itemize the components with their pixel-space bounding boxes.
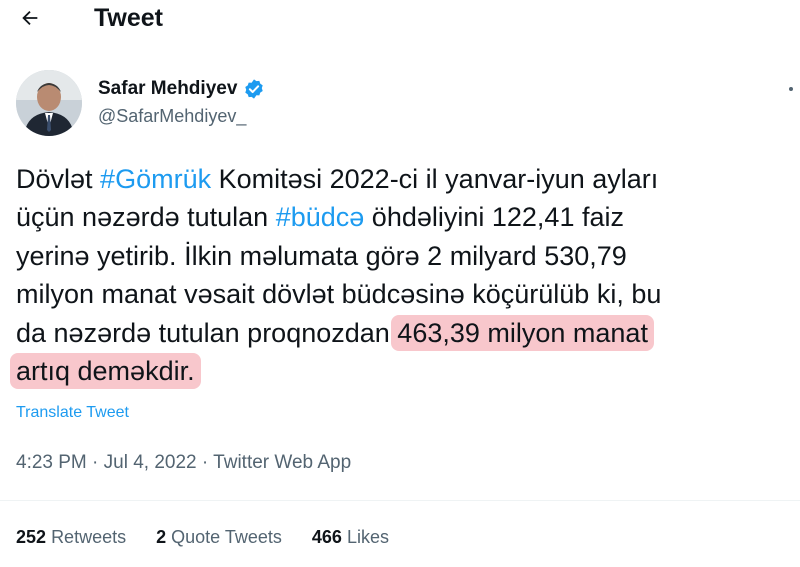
tweet-line: üçün nəzərdə tutulan #büdcə öhdəliyini 1… bbox=[16, 198, 800, 236]
divider bbox=[0, 500, 800, 501]
tweet-text-segment: milyon manat vəsait dövlət büdcəsinə köç… bbox=[16, 279, 662, 310]
translate-tweet-link[interactable]: Translate Tweet bbox=[16, 404, 129, 422]
more-options-button[interactable] bbox=[782, 86, 800, 104]
quote-tweets-stat[interactable]: 2 Quote Tweets bbox=[156, 527, 282, 548]
hashtag-link[interactable]: #Gömrük bbox=[100, 164, 211, 194]
retweets-stat[interactable]: 252 Retweets bbox=[16, 527, 126, 548]
tweet-text-segment: Komitəsi 2022-ci il yanvar-iyun ayları bbox=[211, 164, 659, 194]
meta-separator: · bbox=[92, 452, 99, 473]
retweets-label: Retweets bbox=[51, 527, 127, 547]
tweet-line: Dövlət #Gömrük Komitəsi 2022-ci il yanva… bbox=[16, 160, 800, 198]
tweet-header: Tweet bbox=[0, 0, 800, 40]
tweet-date: Jul 4, 2022 bbox=[103, 452, 197, 473]
tweet-text-segment: üçün nəzərdə tutulan bbox=[16, 202, 276, 233]
likes-label: Likes bbox=[346, 527, 389, 547]
avatar[interactable] bbox=[16, 70, 82, 136]
hashtag-link[interactable]: #büdcə bbox=[276, 202, 365, 232]
tweet-time: 4:23 PM bbox=[16, 452, 87, 473]
tweet-timestamp: 4:23 PM · Jul 4, 2022 · Twitter Web App bbox=[16, 452, 351, 474]
tweet-stats: 252 Retweets 2 Quote Tweets 466 Likes bbox=[16, 527, 389, 548]
quote-tweets-label: Quote Tweets bbox=[171, 527, 282, 547]
highlighted-text: 463,39 milyon manat bbox=[391, 314, 654, 351]
likes-stat[interactable]: 466 Likes bbox=[312, 527, 389, 548]
quote-tweets-count: 2 bbox=[156, 527, 167, 547]
tweet-text-segment: Dövlət bbox=[16, 164, 101, 194]
author-name[interactable]: Safar Mehdiyev bbox=[98, 78, 237, 100]
highlighted-text: artıq deməkdir. bbox=[10, 352, 201, 389]
tweet-line: da nəzərdə tutulan proqnozdan 463,39 mil… bbox=[16, 314, 800, 352]
tweet-line: yerinə yetirib. İlkin məlumata görə 2 mi… bbox=[16, 237, 800, 275]
author-name-row: Safar Mehdiyev bbox=[98, 78, 265, 100]
likes-count: 466 bbox=[311, 527, 342, 547]
more-icon bbox=[789, 87, 793, 91]
tweet-line: milyon manat vəsait dövlət büdcəsinə köç… bbox=[16, 275, 800, 313]
tweet-text-segment: yerinə yetirib. İlkin məlumata görə 2 mi… bbox=[16, 240, 627, 271]
tweet-line: artıq deməkdir. bbox=[10, 352, 800, 390]
retweets-count: 252 bbox=[16, 527, 47, 547]
tweet-source-link[interactable]: Twitter Web App bbox=[213, 452, 351, 473]
back-button[interactable] bbox=[16, 4, 44, 32]
author-handle[interactable]: @SafarMehdiyev_ bbox=[98, 106, 246, 127]
tweet-text: Dövlət #Gömrük Komitəsi 2022-ci il yanva… bbox=[10, 160, 800, 390]
meta-separator: · bbox=[201, 452, 209, 473]
avatar-image bbox=[16, 70, 82, 136]
page-title: Tweet bbox=[94, 4, 163, 32]
arrow-left-icon bbox=[22, 10, 38, 26]
verified-badge-icon bbox=[245, 79, 264, 99]
tweet-text-segment: öhdəliyini 122,41 faiz bbox=[364, 202, 624, 233]
tweet-time-link[interactable]: 4:23 PM · Jul 4, 2022 bbox=[16, 452, 197, 473]
tweet-text-segment: da nəzərdə tutulan proqnozdan bbox=[16, 317, 398, 348]
